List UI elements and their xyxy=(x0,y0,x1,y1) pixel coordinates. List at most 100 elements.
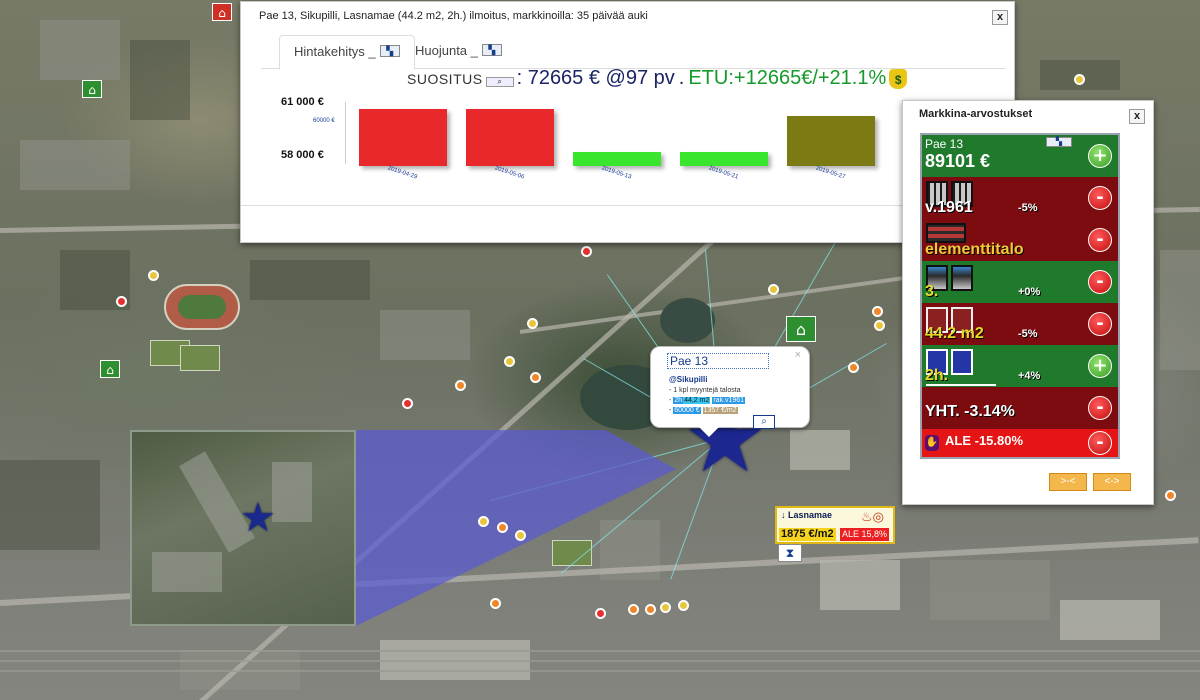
total-label: YHT. -3.14% xyxy=(925,403,1015,420)
suggestion-separator: . xyxy=(678,67,685,89)
chart-bar xyxy=(466,109,554,166)
listing-marker[interactable] xyxy=(527,318,538,329)
inset-building xyxy=(152,552,222,592)
listing-marker[interactable] xyxy=(678,600,689,611)
listing-marker[interactable] xyxy=(455,380,466,391)
inset-star-icon: ★ xyxy=(240,496,276,540)
collapse-button[interactable]: >-< xyxy=(1049,473,1087,491)
chart-icon[interactable]: ▚ xyxy=(1046,137,1072,147)
house-icon[interactable]: ⌂ xyxy=(786,316,816,342)
add-factor-button[interactable]: + xyxy=(1088,354,1112,378)
popup-location: @Sikupilli xyxy=(669,375,708,384)
y-tick-label: 58 000 € xyxy=(281,149,324,161)
listing-marker[interactable] xyxy=(504,356,515,367)
add-factor-button[interactable]: + xyxy=(1088,144,1112,168)
valuation-row-type: elementtitalo - xyxy=(922,219,1118,261)
map-rail xyxy=(0,650,1200,652)
dialog-title: Pae 13, Sikupilli, Lasnamae (44.2 m2, 2h… xyxy=(259,10,648,22)
listing-marker[interactable] xyxy=(1074,74,1085,85)
factor-percent: +4% xyxy=(1018,370,1041,382)
listing-marker[interactable] xyxy=(497,522,508,533)
remove-factor-button[interactable]: - xyxy=(1088,186,1112,210)
chart-bar xyxy=(573,151,661,166)
valuation-row-floor: 3. +0% - xyxy=(922,261,1118,303)
map-building xyxy=(0,460,100,550)
popup-title[interactable]: Pae 13 xyxy=(667,353,770,369)
factor-percent: -5% xyxy=(1018,328,1038,340)
listing-marker[interactable] xyxy=(628,604,639,615)
price-per-m2: 1357 €/m2 xyxy=(702,407,738,414)
close-button[interactable]: x xyxy=(992,10,1008,25)
map-building xyxy=(930,560,1050,620)
listing-marker[interactable] xyxy=(768,284,779,295)
listing-marker[interactable] xyxy=(581,246,592,257)
chart-bar xyxy=(359,109,447,166)
chart-icon: ▚ xyxy=(481,44,502,56)
tab-bar: Hintakehitys _ ▚ Huojunta _ ▚ xyxy=(261,33,1006,70)
remove-factor-button[interactable]: - xyxy=(1088,431,1112,455)
money-bag-icon: $ xyxy=(889,69,908,89)
listing-dialog: Pae 13, Sikupilli, Lasnamae (44.2 m2, 2h… xyxy=(240,1,1015,243)
listing-marker[interactable] xyxy=(530,372,541,383)
valuation-row-area: 44.2 m2 -5% - xyxy=(922,303,1118,345)
suggested-price: : 72665 € @97 pv xyxy=(516,67,675,89)
map-building xyxy=(790,430,850,470)
map-rail xyxy=(0,670,1200,672)
listing-marker[interactable] xyxy=(1165,490,1176,501)
zoom-icon[interactable]: ⌕ xyxy=(753,415,775,429)
popup-close-button[interactable]: × xyxy=(795,349,801,361)
hourglass-icon[interactable]: ⧗ xyxy=(778,544,802,562)
close-button[interactable]: x xyxy=(1129,109,1145,124)
house-icon[interactable]: ⌂ xyxy=(82,80,102,98)
map-rail xyxy=(0,660,1200,662)
x-tick-label: 2019-04-29 xyxy=(386,165,418,181)
magnifier-icon[interactable]: ⌕ xyxy=(485,77,514,87)
remove-factor-button[interactable]: - xyxy=(1088,228,1112,252)
listing-marker[interactable] xyxy=(402,398,413,409)
tab-price-history[interactable]: Hintakehitys _ ▚ xyxy=(279,35,415,70)
listing-marker[interactable] xyxy=(490,598,501,609)
map-building xyxy=(250,260,370,300)
discount-line: ✋ ALE -15.80% xyxy=(925,433,1023,451)
remove-factor-button[interactable]: - xyxy=(1088,270,1112,294)
valuation-row-year: v.1961 -5% - xyxy=(922,177,1118,219)
x-tick-label: 2019-05-06 xyxy=(493,165,525,181)
house-icon[interactable]: ⌂ xyxy=(212,3,232,21)
popup-details: - 2h 44,2 m2 rak.v1961 xyxy=(669,397,746,404)
listing-marker[interactable] xyxy=(645,604,656,615)
listing-marker[interactable] xyxy=(116,296,127,307)
valuation-row-rooms: 2h. +4% + xyxy=(922,345,1118,387)
listing-marker[interactable] xyxy=(478,516,489,527)
area-badge[interactable]: ↓ Lasnamae ♨◎ 1875 €/m2 ALE 15,8% xyxy=(775,506,895,544)
factor-label: 3. xyxy=(925,283,939,300)
expand-button[interactable]: <-> xyxy=(1093,473,1131,491)
listing-marker[interactable] xyxy=(595,608,606,619)
listing-marker[interactable] xyxy=(515,530,526,541)
valuation-header-row: Pae 13 89101 € ▚ + xyxy=(922,135,1118,177)
map-building xyxy=(380,310,470,360)
y-mid-label: 60000 € xyxy=(313,118,335,124)
remove-factor-button[interactable]: - xyxy=(1088,312,1112,336)
x-tick-label: 2019-05-21 xyxy=(707,165,739,181)
price-history-chart: 61 000 € 60000 € 58 000 € 2019-04-29 2019… xyxy=(241,92,1016,192)
year-value: rak.v1961 xyxy=(712,397,746,404)
remove-factor-button[interactable]: - xyxy=(1088,396,1112,420)
listing-marker[interactable] xyxy=(874,320,885,331)
factor-label: 44.2 m2 xyxy=(925,325,984,342)
street-view-inset[interactable]: ★ xyxy=(130,430,356,626)
factor-label: 2h. xyxy=(925,367,949,384)
listing-marker[interactable] xyxy=(848,362,859,373)
map-building xyxy=(1160,250,1200,370)
listing-marker[interactable] xyxy=(872,306,883,317)
listing-popup: Pae 13 × @Sikupilli - 1 kpl myyntejä tal… xyxy=(650,346,810,437)
valuation-list: Pae 13 89101 € ▚ + v.1961 -5% - elementt… xyxy=(920,133,1120,459)
suggestion-line: SUOSITUS ⌕ : 72665 € @97 pv . ETU:+12665… xyxy=(407,67,908,90)
house-icon[interactable]: ⌂ xyxy=(100,360,120,378)
tab-volatility[interactable]: Huojunta _ ▚ xyxy=(401,35,516,70)
map-building xyxy=(20,140,130,190)
chart-icon: ▚ xyxy=(379,45,400,57)
listing-marker[interactable] xyxy=(148,270,159,281)
suggested-gain: ETU:+12665€/+21.1% xyxy=(688,67,887,89)
listing-marker[interactable] xyxy=(660,602,671,613)
inset-building xyxy=(272,462,312,522)
